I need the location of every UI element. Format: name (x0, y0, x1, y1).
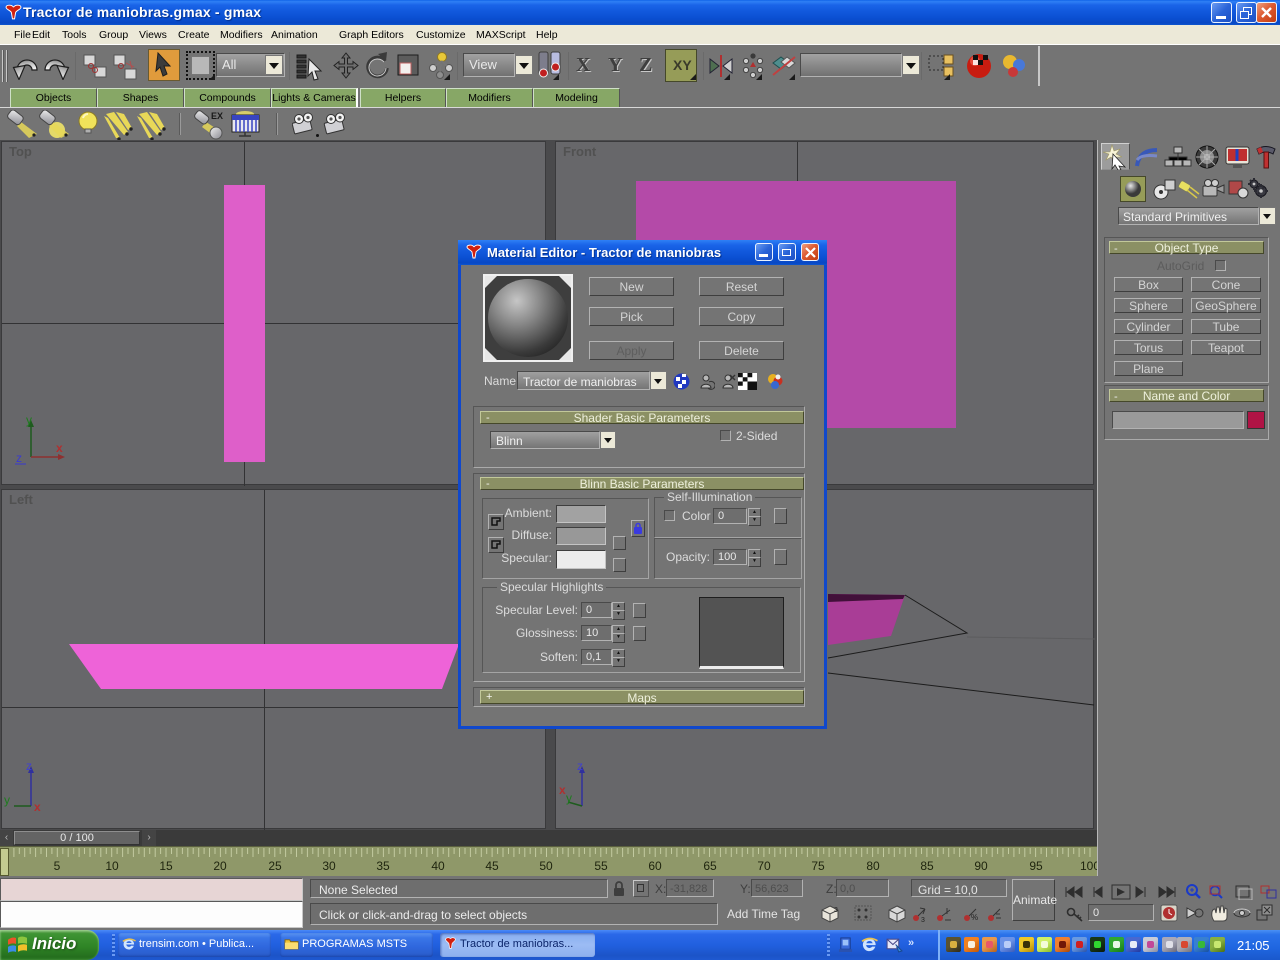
svg-text:100: 100 (1080, 859, 1097, 873)
svg-text:85: 85 (920, 859, 934, 873)
svg-text:3: 3 (921, 917, 925, 924)
svg-text:5: 5 (54, 859, 61, 873)
svg-text:z: z (577, 759, 583, 773)
svg-text:15: 15 (159, 859, 173, 873)
svg-text:95: 95 (1029, 859, 1043, 873)
svg-text:x: x (56, 441, 63, 455)
svg-text:70: 70 (757, 859, 771, 873)
svg-text:z: z (16, 451, 22, 465)
svg-text:y: y (4, 793, 10, 807)
svg-text:80: 80 (866, 859, 880, 873)
svg-text:%: % (971, 913, 978, 922)
svg-text:10: 10 (105, 859, 119, 873)
svg-text:20: 20 (213, 859, 227, 873)
svg-text:30: 30 (322, 859, 336, 873)
svg-text:50: 50 (539, 859, 553, 873)
svg-text:x: x (34, 800, 41, 813)
svg-text:y: y (26, 413, 32, 427)
svg-text:90: 90 (974, 859, 988, 873)
svg-text:55: 55 (594, 859, 608, 873)
svg-text:x: x (559, 783, 566, 797)
svg-text:35: 35 (376, 859, 390, 873)
svg-text:65: 65 (703, 859, 717, 873)
svg-text:z: z (26, 759, 32, 773)
svg-text:60: 60 (648, 859, 662, 873)
svg-text:EX: EX (211, 111, 223, 121)
svg-text:y: y (566, 791, 572, 805)
svg-text:25: 25 (268, 859, 282, 873)
svg-text:45: 45 (485, 859, 499, 873)
svg-text:40: 40 (431, 859, 445, 873)
svg-text:3: 3 (834, 907, 838, 914)
svg-text:75: 75 (811, 859, 825, 873)
